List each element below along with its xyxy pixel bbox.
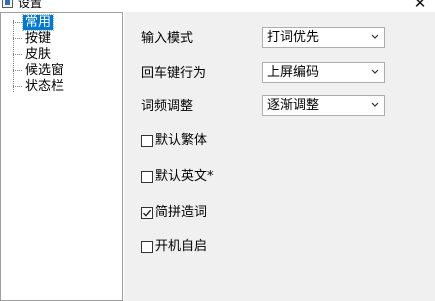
settings-window-icon: [2, 0, 13, 8]
checkbox-box[interactable]: [141, 135, 153, 147]
input-mode-label: 输入模式: [141, 31, 194, 46]
tree-item-label: 皮肤: [25, 47, 52, 62]
tree-item-label: 状态栏: [25, 79, 65, 94]
window-title: 设置: [18, 0, 43, 10]
checkbox-box[interactable]: [141, 207, 153, 219]
tree-item-common[interactable]: 常用: [13, 14, 113, 31]
settings-tree: 常用 按键 皮肤 候选窗 状态栏: [0, 12, 123, 301]
input-mode-value: 打词优先: [267, 30, 320, 45]
enter-key-select[interactable]: 上屏编码: [262, 62, 385, 83]
close-button[interactable]: ✕: [408, 0, 432, 12]
chevron-down-icon: [371, 69, 379, 74]
checkbox-label: 开机自启: [155, 239, 208, 254]
tree-item-label: 候选窗: [25, 63, 65, 78]
tree-branch: [13, 22, 22, 23]
tree-item-skin[interactable]: 皮肤: [13, 47, 113, 62]
tree-branch: [13, 70, 22, 71]
tree-branch: [13, 54, 22, 55]
chevron-down-icon: [371, 34, 379, 39]
checkbox-label: 默认繁体: [155, 133, 208, 148]
tree-branch: [13, 86, 22, 87]
freq-adjust-label: 词频调整: [141, 99, 194, 114]
checkbox-label: 简拼造词: [155, 205, 208, 220]
freq-adjust-select[interactable]: 逐渐调整: [262, 95, 385, 116]
tree-item-label: 按键: [25, 31, 52, 46]
tree-item-label: 常用: [21, 14, 55, 31]
freq-adjust-value: 逐渐调整: [267, 98, 320, 113]
checkmark-icon: [143, 209, 152, 217]
tree-item-keys[interactable]: 按键: [13, 31, 113, 46]
enter-key-value: 上屏编码: [267, 65, 320, 80]
chevron-down-icon: [371, 102, 379, 107]
enter-key-label: 回车键行为: [141, 66, 207, 81]
settings-panel: [124, 12, 435, 301]
tree-branch: [13, 38, 22, 39]
checkbox-label: 默认英文*: [155, 169, 214, 184]
tree-item-candidate-window[interactable]: 候选窗: [13, 63, 113, 78]
checkbox-box[interactable]: [141, 241, 153, 253]
checkbox-box[interactable]: [141, 171, 153, 183]
tree-item-status-bar[interactable]: 状态栏: [13, 79, 113, 94]
input-mode-select[interactable]: 打词优先: [262, 27, 385, 48]
title-bar: 设置 ✕: [0, 0, 435, 12]
